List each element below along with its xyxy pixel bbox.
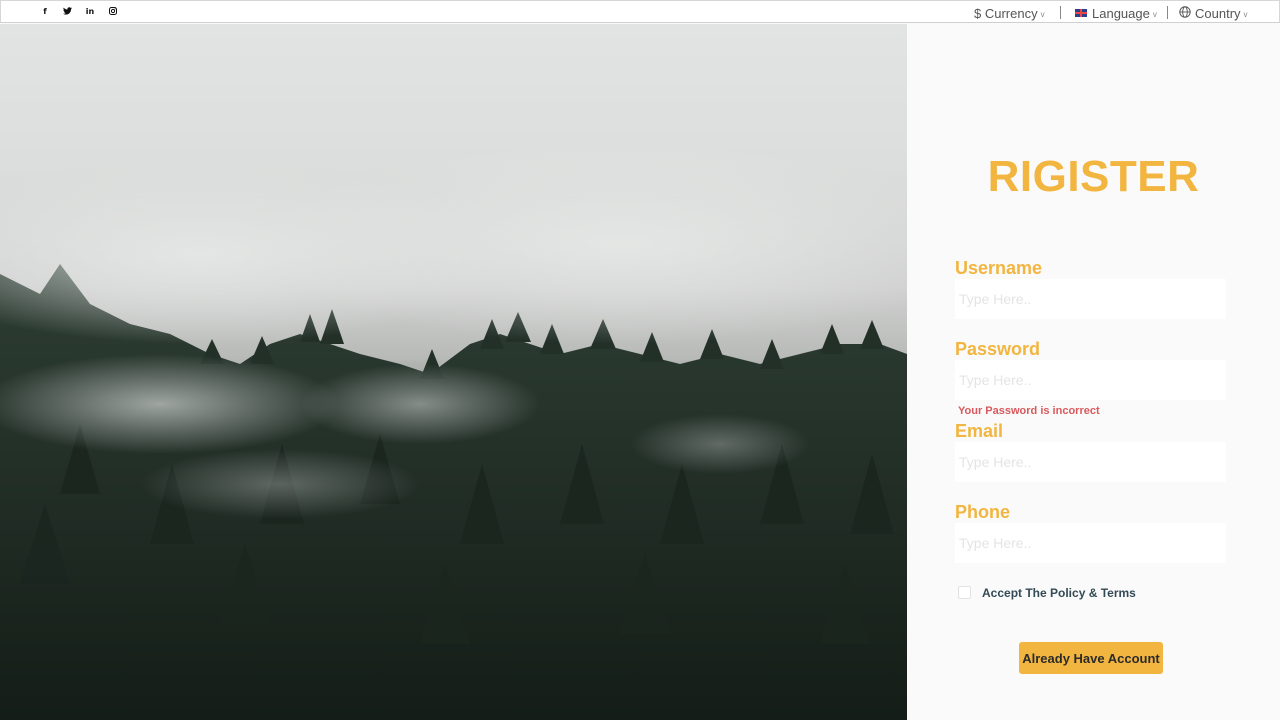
twitter-icon[interactable] xyxy=(61,5,73,17)
globe-icon xyxy=(1179,5,1191,21)
password-input[interactable] xyxy=(955,360,1226,400)
chevron-down-icon: v xyxy=(1040,9,1045,19)
divider xyxy=(1060,6,1061,19)
country-dropdown[interactable]: Country v xyxy=(1179,5,1248,21)
phone-label: Phone xyxy=(955,502,1011,522)
top-bar: f in $ Currency v Language v Country v xyxy=(0,0,1280,23)
username-input[interactable] xyxy=(955,279,1226,319)
accept-terms-label: Accept The Policy & Terms xyxy=(982,586,1136,600)
page-title: RIGISTER xyxy=(987,152,1200,201)
uk-flag-icon xyxy=(1075,9,1087,17)
chevron-down-icon: v xyxy=(1243,9,1248,19)
divider xyxy=(1167,6,1168,19)
password-error: Your Password is incorrect xyxy=(958,405,1100,417)
currency-dropdown[interactable]: $ Currency v xyxy=(974,5,1045,21)
instagram-icon[interactable] xyxy=(107,5,119,17)
phone-input[interactable] xyxy=(955,523,1226,563)
country-label: Country xyxy=(1195,5,1241,21)
username-label: Username xyxy=(955,258,1043,278)
already-have-account-button[interactable]: Already Have Account xyxy=(1019,642,1163,674)
email-label: Email xyxy=(955,421,1004,441)
accept-terms-checkbox[interactable] xyxy=(958,586,971,599)
currency-label: $ Currency xyxy=(974,5,1038,21)
facebook-icon[interactable]: f xyxy=(39,5,51,17)
language-label: Language xyxy=(1092,5,1150,21)
linkedin-icon[interactable]: in xyxy=(84,5,96,17)
language-dropdown[interactable]: Language v xyxy=(1075,5,1157,21)
chevron-down-icon: v xyxy=(1152,9,1157,19)
password-label: Password xyxy=(955,339,1041,359)
hero-image xyxy=(0,24,907,720)
email-input[interactable] xyxy=(955,442,1226,482)
